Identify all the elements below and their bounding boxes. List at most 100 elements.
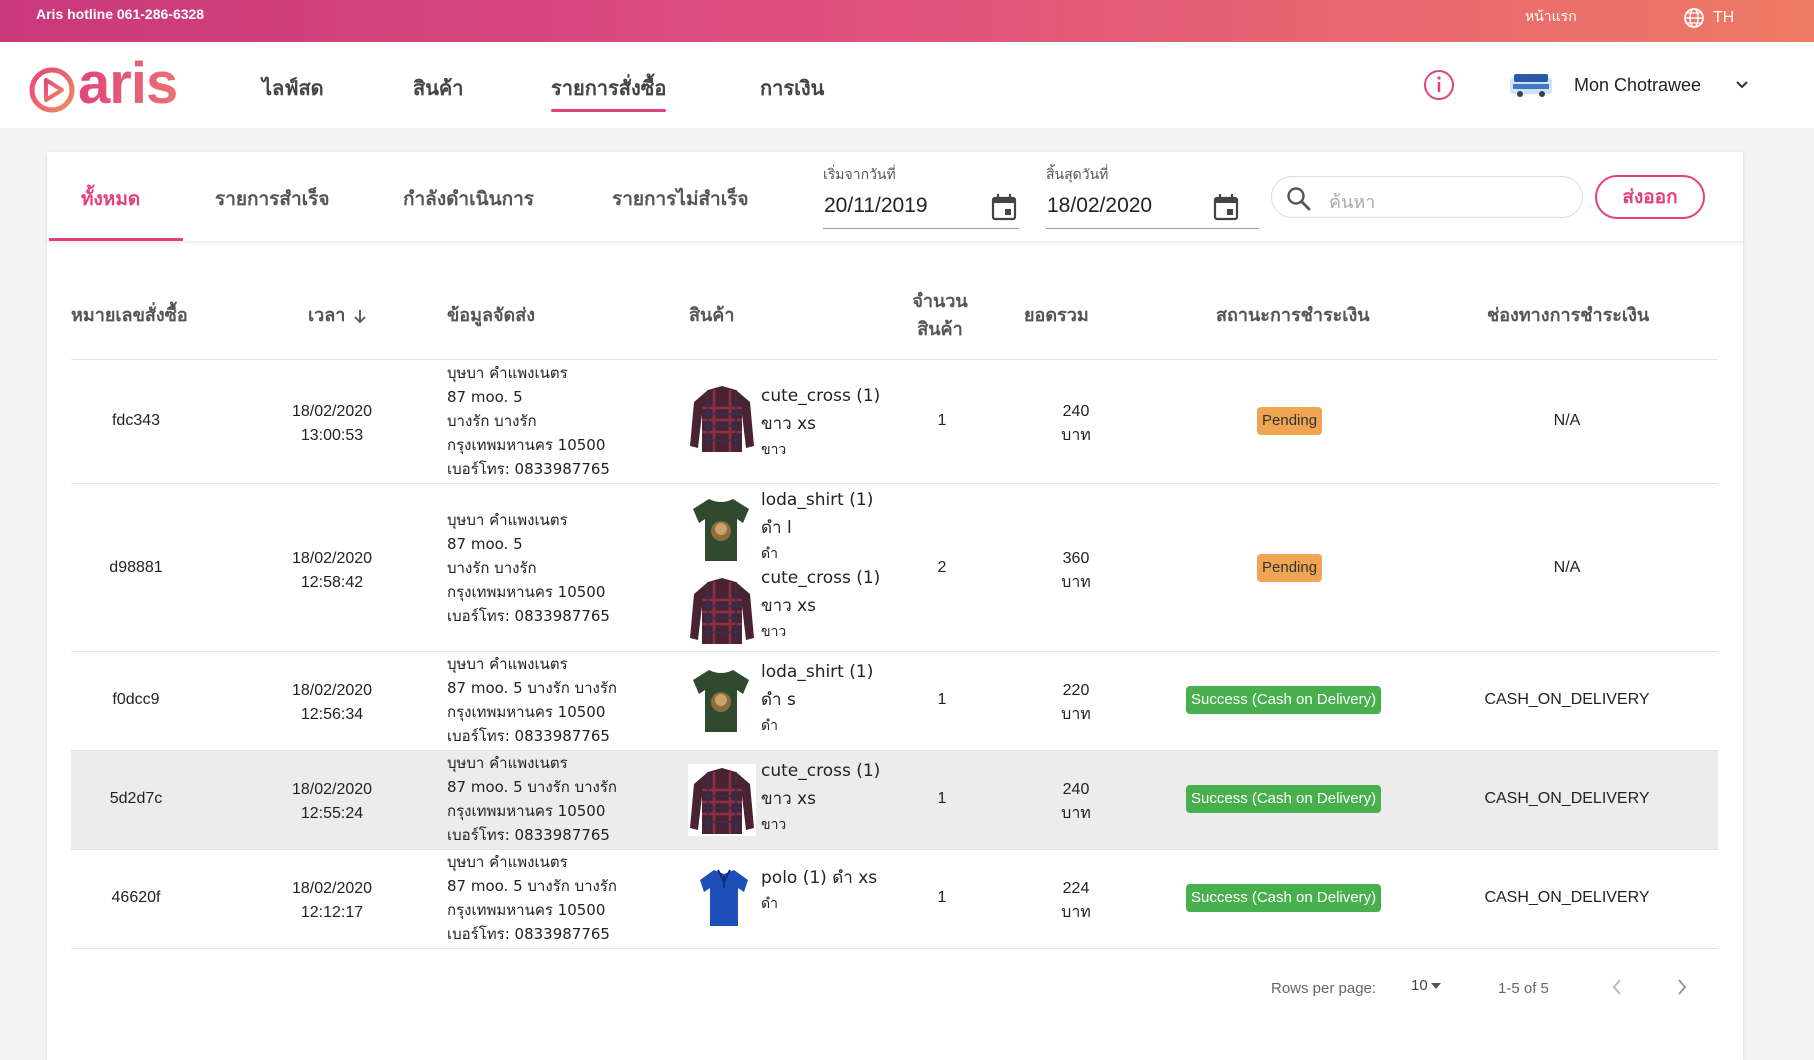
row-divider <box>71 651 1718 652</box>
active-tab-indicator <box>49 238 183 241</box>
info-icon[interactable] <box>1423 69 1455 101</box>
order-total: 360 บาท <box>1061 550 1091 591</box>
end-date-field[interactable]: 18/02/2020 <box>1047 194 1152 218</box>
chevron-down-icon[interactable] <box>1735 78 1749 92</box>
status-badge: Success (Cash on Delivery) <box>1186 884 1382 912</box>
dropdown-arrow-icon <box>1430 982 1441 989</box>
start-date-underline <box>823 228 1019 229</box>
product-info: cute_cross (1) ขาว xs ขาว <box>761 386 881 458</box>
product-image-plaid-shirt <box>690 386 754 452</box>
user-name[interactable]: Mon Chotrawee <box>1574 75 1701 96</box>
end-date-underline <box>1046 228 1259 229</box>
status-badge: Pending <box>1257 407 1323 435</box>
order-qty: 2 <box>937 559 947 576</box>
order-time: 18/02/2020 12:58:42 <box>291 550 373 591</box>
hotline-text: Aris hotline 061-286-6328 <box>36 6 205 22</box>
product-image-plaid-shirt <box>690 578 754 644</box>
tab-success[interactable]: รายการสำเร็จ <box>215 184 329 214</box>
shipping-info: บุษบา คำแพงเนตร 87 moo. 5 บางรัก บางรัก กรุ… <box>447 511 610 625</box>
shipping-info: บุษบา คำแพงเนตร 87 moo. 5 บางรัก บางรัก กร… <box>447 754 617 844</box>
row-divider <box>71 849 1718 850</box>
nav-products[interactable]: สินค้า <box>413 72 464 104</box>
aris-logo[interactable]: aris <box>26 51 178 116</box>
avatar[interactable] <box>1508 72 1554 98</box>
product-info: polo (1) ดำ xs ดำ <box>761 868 878 912</box>
order-qty: 1 <box>937 412 947 429</box>
calendar-icon[interactable] <box>991 193 1017 221</box>
chevron-left-icon[interactable] <box>1610 977 1624 997</box>
rows-per-page-label: Rows per page: <box>1271 980 1377 997</box>
order-id[interactable]: f0dcc9 <box>71 691 201 709</box>
start-date-label: เริ่มจากวันที่ <box>823 167 896 183</box>
order-id[interactable]: d98881 <box>71 559 201 577</box>
product-image-blue-polo <box>700 869 748 926</box>
order-total: 240 บาท <box>1061 781 1091 822</box>
col-qty: จำนวน สินค้า <box>898 288 982 344</box>
search-input[interactable]: ค้นหา <box>1271 176 1583 218</box>
col-total: ยอดรวม <box>1024 305 1089 326</box>
col-time[interactable]: เวลา <box>308 302 367 330</box>
end-date-label: สิ้นสุดวันที่ <box>1046 167 1109 183</box>
tab-in-progress[interactable]: กำลังดำเนินการ <box>403 184 534 214</box>
logo-wordmark: aris <box>78 51 178 116</box>
order-time: 18/02/2020 12:55:24 <box>291 781 373 822</box>
order-time: 18/02/2020 12:12:17 <box>291 880 373 921</box>
row-divider <box>71 483 1718 484</box>
rows-per-page-value: 10 <box>1411 977 1428 994</box>
header-divider <box>71 359 1718 360</box>
nav-live[interactable]: ไลฟ์สด <box>262 72 324 104</box>
chevron-right-icon[interactable] <box>1675 977 1689 997</box>
nav-finance[interactable]: การเงิน <box>760 72 824 104</box>
filter-bar: ทั้งหมด รายการสำเร็จ กำลังดำเนินการ รายก… <box>47 152 1743 242</box>
col-qty-line1: จำนวน <box>912 291 968 312</box>
rows-per-page-select[interactable]: 10 <box>1411 977 1442 994</box>
home-link[interactable]: หน้าแรก <box>1525 6 1577 28</box>
order-time: 18/02/2020 12:56:34 <box>291 682 373 723</box>
play-circle-icon <box>29 62 75 113</box>
shipping-info: บุษบา คำแพงเนตร 87 moo. 5 บางรัก บางรัก กร… <box>447 853 617 943</box>
start-date-field[interactable]: 20/11/2019 <box>824 194 928 218</box>
calendar-icon[interactable] <box>1213 193 1239 221</box>
payment-channel: N/A <box>1553 412 1581 429</box>
search-icon <box>1287 187 1311 211</box>
col-payment-channel: ช่องทางการชำระเงิน <box>1487 305 1650 326</box>
order-total: 224 บาท <box>1061 880 1091 921</box>
order-id[interactable]: 46620f <box>71 889 201 907</box>
product-image-green-tshirt <box>693 499 749 561</box>
search-placeholder: ค้นหา <box>1329 192 1376 213</box>
export-button[interactable]: ส่งออก <box>1595 175 1705 219</box>
product-image-plaid-shirt <box>690 768 754 834</box>
payment-channel: CASH_ON_DELIVERY <box>1484 889 1650 906</box>
payment-channel: CASH_ON_DELIVERY <box>1484 790 1650 807</box>
col-qty-line2: สินค้า <box>917 319 963 340</box>
product-image-green-tshirt <box>693 670 749 732</box>
language-label: TH <box>1713 9 1735 26</box>
payment-channel: CASH_ON_DELIVERY <box>1484 691 1650 708</box>
language-switcher[interactable]: TH <box>1683 4 1734 32</box>
order-id[interactable]: 5d2d7c <box>71 790 201 808</box>
status-badge: Success (Cash on Delivery) <box>1186 686 1382 714</box>
nav-orders[interactable]: รายการสั่งซื้อ <box>551 72 667 112</box>
product-info: cute_cross (1) ขาว xs ขาว <box>761 761 881 833</box>
col-product: สินค้า <box>689 305 735 326</box>
tab-all[interactable]: ทั้งหมด <box>81 184 140 214</box>
col-payment-status: สถานะการชำระเงิน <box>1216 305 1370 326</box>
page-range: 1-5 of 5 <box>1498 980 1549 997</box>
status-badge: Pending <box>1257 554 1323 582</box>
order-qty: 1 <box>937 790 947 807</box>
arrow-down-icon <box>354 310 367 324</box>
row-divider <box>71 948 1718 949</box>
product-info: loda_shirt (1) ดำ l ดำ cute_cross (1) ขา… <box>761 490 881 640</box>
top-bar: Aris hotline 061-286-6328 หน้าแรก TH <box>0 0 1814 42</box>
tab-failed[interactable]: รายการไม่สำเร็จ <box>612 184 749 214</box>
order-id[interactable]: fdc343 <box>71 412 201 430</box>
shipping-info: บุษบา คำแพงเนตร 87 moo. 5 บางรัก บางรัก กร… <box>447 655 617 745</box>
status-badge: Success (Cash on Delivery) <box>1186 785 1382 813</box>
col-order-id: หมายเลขสั่งซื้อ <box>71 305 188 326</box>
orders-card: ทั้งหมด รายการสำเร็จ กำลังดำเนินการ รายก… <box>47 152 1743 1060</box>
order-qty: 1 <box>937 889 947 906</box>
payment-channel: N/A <box>1553 559 1581 576</box>
product-info: loda_shirt (1) ดำ s ดำ <box>761 662 874 734</box>
order-time: 18/02/2020 13:00:53 <box>291 403 373 444</box>
main-nav: aris ไลฟ์สด สินค้า รายการสั่งซื้อ การเงิ… <box>0 42 1814 128</box>
